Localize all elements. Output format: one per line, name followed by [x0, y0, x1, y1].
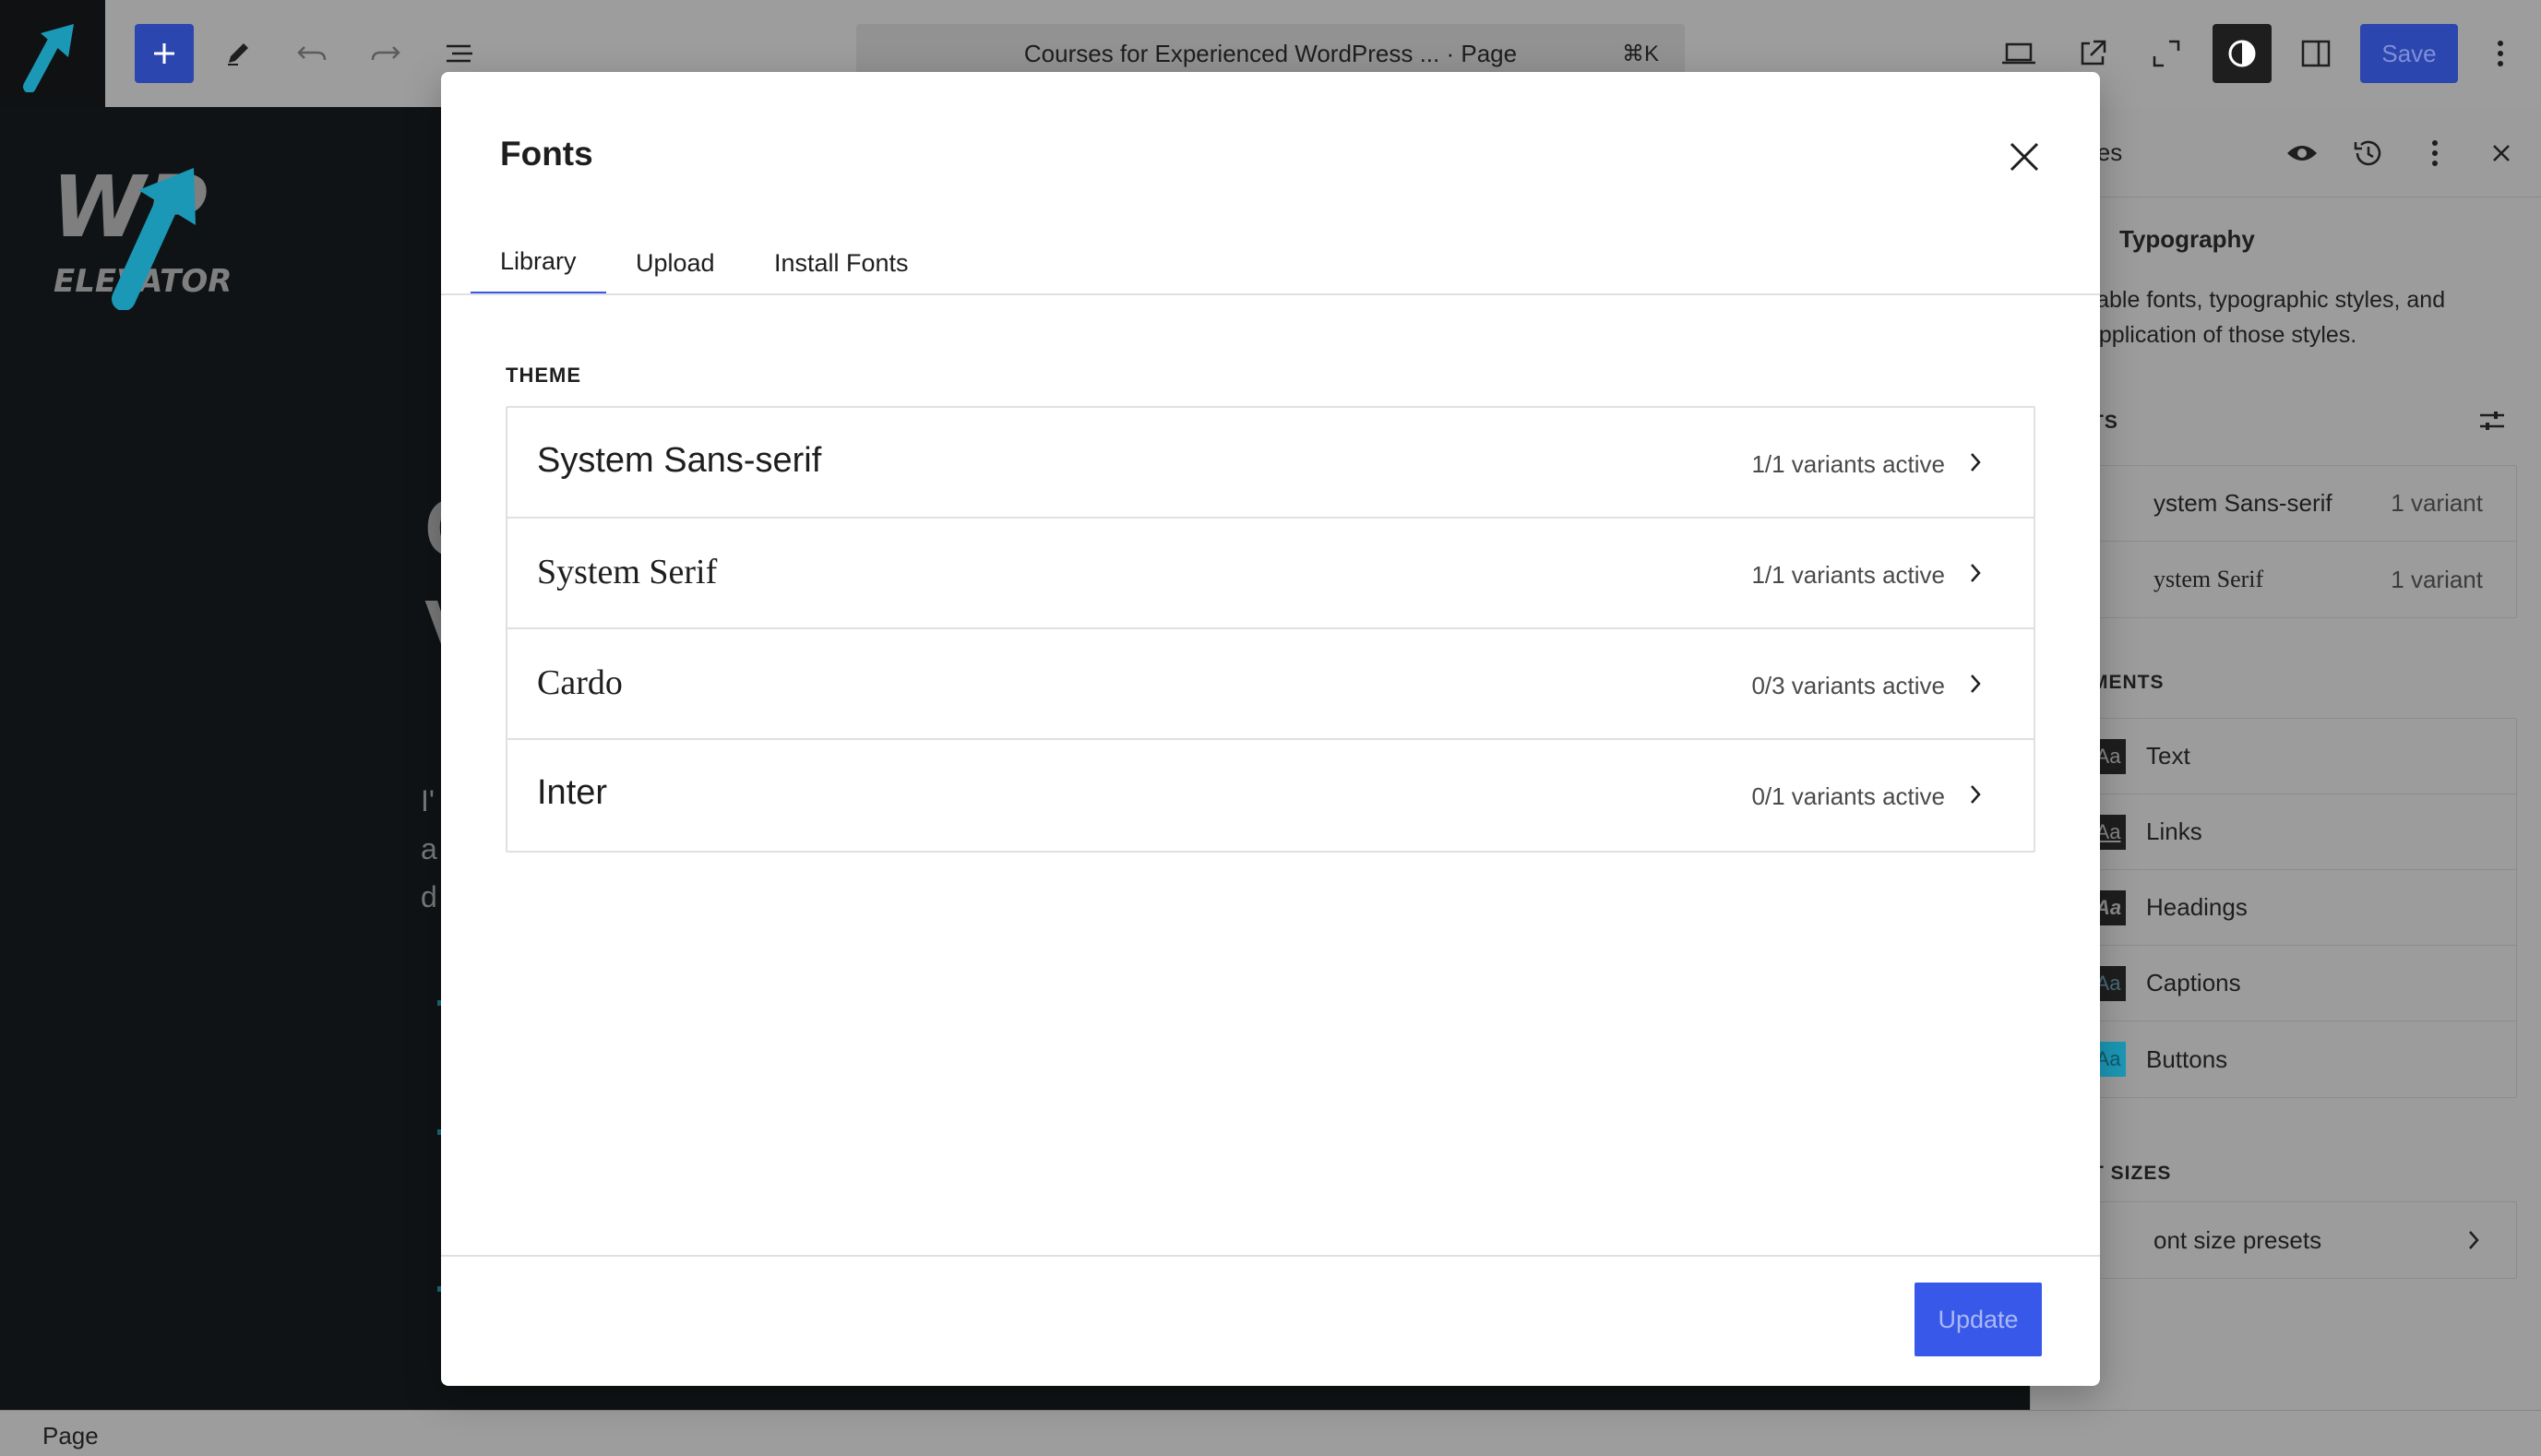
font-size-presets-row[interactable]: ont size presets	[2087, 1202, 2516, 1278]
sidebar-font-list: ystem Sans-serif 1 variant ystem Serif 1…	[2086, 465, 2517, 618]
update-button[interactable]: Update	[1915, 1283, 2042, 1356]
modal-title: Fonts	[500, 135, 593, 173]
sidebar-font-row[interactable]: ystem Serif 1 variant	[2087, 542, 2516, 617]
canvas-text-fragment-3: d	[421, 880, 437, 913]
font-variants-count: 0/1 variants active	[1751, 782, 1945, 810]
element-row-text[interactable]: Aa Text	[2087, 719, 2516, 794]
command-shortcut: ⌘K	[1621, 41, 1659, 66]
styles-sidebar: les Typography ilable fonts, typographic…	[2030, 107, 2541, 1410]
document-title: Courses for Experienced WordPress ... · …	[1023, 39, 1518, 67]
save-button[interactable]: Save	[2360, 24, 2458, 83]
font-list: System Sans-serif 1/1 variants active Sy…	[506, 406, 2035, 853]
footer-divider	[441, 1255, 2100, 1257]
element-row-captions[interactable]: Aa Captions	[2087, 946, 2516, 1021]
sidebar-header: les	[2031, 107, 2541, 197]
pencil-icon	[228, 43, 248, 66]
revisions-button[interactable]	[2350, 135, 2387, 172]
elements-section-label: MENTS	[2092, 672, 2165, 693]
canvas-text-fragment-2: a	[421, 832, 437, 865]
close-icon	[2010, 142, 2039, 172]
sidebar-elements-list: Aa Text Aa Links Aa Headings Aa Captions…	[2086, 718, 2517, 1098]
editor-window: Courses for Experienced WordPress ... · …	[0, 0, 2541, 1456]
element-label: Headings	[2146, 893, 2248, 921]
typography-title: Typography	[2119, 225, 2255, 253]
element-row-headings[interactable]: Aa Headings	[2087, 870, 2516, 946]
chevron-right-icon	[1962, 668, 1989, 699]
wp-elevator-logo: WP ELEVATOR	[46, 144, 258, 315]
contrast-icon	[2228, 40, 2256, 67]
font-row-system-serif[interactable]: System Serif 1/1 variants active	[507, 519, 2034, 629]
close-modal-button[interactable]	[1997, 129, 2052, 185]
font-row-inter[interactable]: Inter 0/1 variants active	[507, 740, 2034, 851]
sidebar-font-variants: 1 variant	[2391, 489, 2483, 517]
status-bar: Page	[0, 1410, 2541, 1456]
tools-button[interactable]	[209, 24, 268, 83]
chevron-right-icon	[2464, 1226, 2483, 1260]
element-row-links[interactable]: Aa Links	[2087, 794, 2516, 870]
font-variants-count: 1/1 variants active	[1751, 561, 1945, 589]
font-name: System Sans-serif	[537, 441, 822, 480]
redo-icon	[371, 46, 400, 61]
canvas-text-fragment-1: I'	[421, 784, 435, 818]
plus-icon	[154, 43, 174, 64]
sidebar-font-variants: 1 variant	[2391, 565, 2483, 593]
close-sidebar-button[interactable]	[2483, 135, 2520, 172]
font-variants-count: 1/1 variants active	[1751, 450, 1945, 478]
external-link-icon	[2081, 40, 2106, 66]
sidebar-icon	[2301, 40, 2331, 67]
eye-icon	[2287, 146, 2317, 161]
font-variants-count: 0/3 variants active	[1751, 672, 1945, 699]
chevron-right-icon	[1962, 447, 1989, 478]
tab-install-fonts[interactable]: Install Fonts	[745, 231, 938, 295]
site-logo-arrow-icon	[23, 24, 74, 92]
font-name: System Serif	[537, 553, 718, 591]
settings-sidebar-button[interactable]	[2286, 24, 2345, 83]
more-vertical-icon	[2432, 140, 2438, 166]
add-block-button[interactable]	[135, 24, 194, 83]
manage-fonts-button[interactable]	[2474, 402, 2511, 439]
chevron-right-icon	[1962, 779, 1989, 810]
theme-section-label: THEME	[506, 364, 581, 387]
chevron-right-icon	[1962, 557, 1989, 589]
font-row-system-sans-serif[interactable]: System Sans-serif 1/1 variants active	[507, 408, 2034, 519]
element-label: Captions	[2146, 969, 2241, 997]
tab-library[interactable]: Library	[471, 231, 606, 295]
undo-icon	[297, 46, 327, 61]
breadcrumb-page[interactable]: Page	[42, 1422, 99, 1450]
font-row-cardo[interactable]: Cardo 0/3 variants active	[507, 629, 2034, 740]
sidebar-font-name: ystem Sans-serif	[2153, 489, 2332, 517]
font-sizes-section-label: T SIZES	[2092, 1163, 2172, 1184]
desktop-icon	[2002, 42, 2035, 65]
font-name: Inter	[537, 773, 608, 812]
typography-description: ilable fonts, typographic styles, and ap…	[2086, 287, 2446, 348]
tab-upload[interactable]: Upload	[606, 231, 745, 295]
sidebar-font-name: ystem Serif	[2153, 566, 2264, 592]
sidebar-font-row[interactable]: ystem Sans-serif 1 variant	[2087, 466, 2516, 542]
sliders-icon	[2480, 412, 2504, 430]
element-label: Buttons	[2146, 1044, 2228, 1073]
fullscreen-icon	[2153, 40, 2180, 67]
sidebar-more-button[interactable]	[2416, 135, 2453, 172]
zoom-out-button[interactable]	[2137, 24, 2196, 83]
styles-button[interactable]	[2213, 24, 2272, 83]
site-logo[interactable]	[0, 0, 105, 107]
font-name: Cardo	[537, 663, 623, 702]
tabs-divider	[441, 293, 2100, 295]
font-size-presets-card: ont size presets	[2086, 1201, 2517, 1279]
undo-button[interactable]	[282, 24, 341, 83]
style-book-button[interactable]	[2284, 135, 2320, 172]
more-vertical-icon	[2498, 41, 2503, 66]
font-size-presets-label: ont size presets	[2153, 1225, 2322, 1254]
element-row-buttons[interactable]: Aa Buttons	[2087, 1021, 2516, 1097]
element-label: Links	[2146, 818, 2202, 845]
redo-button[interactable]	[356, 24, 415, 83]
list-view-icon	[447, 44, 472, 63]
element-label: Text	[2146, 742, 2190, 770]
history-icon	[2354, 140, 2381, 166]
fonts-modal: Fonts Library Upload Install Fonts THEME…	[441, 72, 2100, 1386]
options-button[interactable]	[2471, 24, 2530, 83]
close-icon	[2493, 145, 2510, 161]
